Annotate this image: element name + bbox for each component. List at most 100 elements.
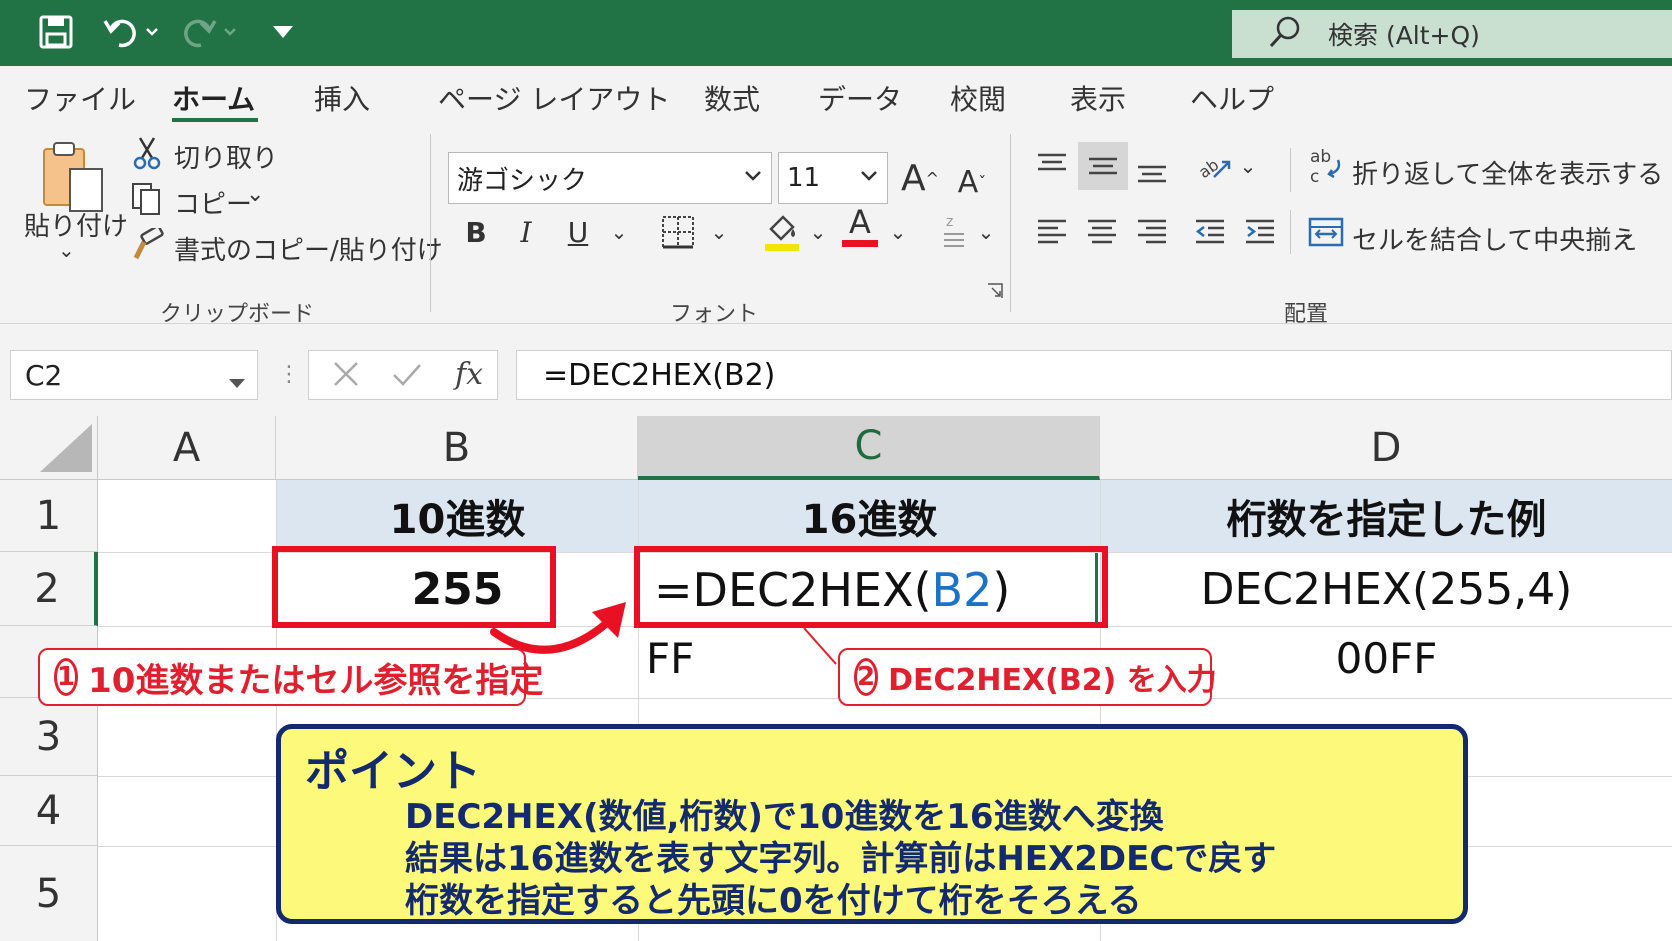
row-header-3[interactable]: 3 bbox=[0, 698, 98, 776]
redo-icon[interactable] bbox=[178, 10, 240, 54]
font-size-dropdown[interactable]: 11 bbox=[778, 152, 888, 204]
point-note-line-3: 桁数を指定すると先頭に0を付けて桁をそろえる bbox=[405, 881, 1142, 921]
callout-step-2-text: DEC2HEX(B2) を入力 bbox=[888, 663, 1217, 698]
paste-dropdown-icon[interactable]: ⌄ bbox=[58, 238, 75, 262]
align-center-icon[interactable] bbox=[1080, 208, 1124, 256]
phonetic-dropdown-icon[interactable]: ⌄ bbox=[972, 208, 1000, 256]
paste-button[interactable]: 貼り付け bbox=[24, 206, 128, 243]
tab-help[interactable]: ヘルプ bbox=[1190, 78, 1274, 118]
orientation-icon[interactable]: ab bbox=[1192, 142, 1236, 190]
tab-page-layout[interactable]: ページ レイアウト bbox=[438, 78, 670, 118]
chevron-down-icon bbox=[859, 161, 879, 198]
cell-d2[interactable]: DEC2HEX(255,4) bbox=[1101, 553, 1672, 626]
copy-icon[interactable] bbox=[130, 182, 164, 216]
fill-color-icon[interactable] bbox=[760, 208, 804, 256]
font-color-icon[interactable]: A bbox=[838, 202, 882, 250]
svg-text:ab: ab bbox=[1310, 147, 1331, 167]
merge-center-icon[interactable] bbox=[1306, 208, 1346, 256]
increase-font-size-icon[interactable]: A ^ bbox=[898, 152, 942, 204]
undo-icon[interactable] bbox=[100, 10, 162, 54]
copy-dropdown-icon[interactable]: ⌄ bbox=[246, 182, 264, 207]
cell-c1-text: 16進数 bbox=[801, 497, 938, 543]
tab-insert[interactable]: 挿入 bbox=[314, 78, 370, 118]
title-bar: 検索 (Alt+Q) bbox=[0, 0, 1672, 66]
cell-c1[interactable]: 16進数 bbox=[639, 480, 1100, 552]
formula-bar-grip-icon: ⋮ bbox=[278, 362, 300, 387]
increase-indent-icon[interactable] bbox=[1238, 208, 1282, 256]
svg-text:ab: ab bbox=[1196, 155, 1222, 182]
svg-text:c: c bbox=[1310, 167, 1319, 186]
formula-input[interactable]: =DEC2HEX(B2) bbox=[516, 350, 1672, 400]
font-size-value: 11 bbox=[787, 163, 821, 193]
font-color-letter: A bbox=[849, 202, 871, 241]
step-1-badge: 1 bbox=[54, 658, 79, 696]
tab-review[interactable]: 校閲 bbox=[950, 78, 1006, 118]
search-icon bbox=[1268, 15, 1308, 53]
cancel-icon[interactable] bbox=[331, 357, 361, 395]
column-header-a[interactable]: A bbox=[98, 416, 276, 480]
row-header-2[interactable]: 2 bbox=[0, 552, 98, 626]
cell-b1[interactable]: 10進数 bbox=[277, 480, 638, 552]
tab-home[interactable]: ホーム bbox=[172, 78, 255, 118]
ribbon-separator bbox=[1010, 134, 1011, 312]
svg-text:z: z bbox=[946, 214, 953, 230]
merge-center-button[interactable]: セルを結合して中央揃え bbox=[1352, 220, 1637, 257]
borders-icon[interactable] bbox=[656, 208, 700, 256]
bold-button[interactable]: B bbox=[456, 208, 496, 256]
search-box[interactable]: 検索 (Alt+Q) bbox=[1232, 10, 1672, 58]
tab-formulas[interactable]: 数式 bbox=[704, 78, 760, 118]
select-all-button[interactable] bbox=[0, 416, 98, 480]
cell-d1[interactable]: 桁数を指定した例 bbox=[1101, 480, 1672, 552]
underline-button[interactable]: U bbox=[558, 208, 598, 256]
scissors-icon[interactable] bbox=[130, 136, 164, 170]
align-left-icon[interactable] bbox=[1030, 208, 1074, 256]
column-header-c[interactable]: C bbox=[638, 416, 1100, 480]
orientation-dropdown-icon[interactable]: ⌄ bbox=[1234, 142, 1262, 190]
enter-check-icon[interactable] bbox=[391, 357, 423, 395]
align-right-icon[interactable] bbox=[1130, 208, 1174, 256]
phonetic-guide-icon[interactable]: z bbox=[936, 208, 972, 256]
cut-button[interactable]: 切り取り bbox=[174, 138, 278, 175]
font-color-dropdown-icon[interactable]: ⌄ bbox=[884, 208, 912, 256]
wrap-text-icon[interactable]: ab c bbox=[1306, 142, 1346, 190]
save-icon[interactable] bbox=[34, 10, 78, 54]
tab-view[interactable]: 表示 bbox=[1070, 78, 1126, 118]
name-box-value: C2 bbox=[25, 358, 63, 392]
font-color-swatch bbox=[842, 239, 878, 247]
column-header-b[interactable]: B bbox=[276, 416, 638, 480]
borders-dropdown-icon[interactable]: ⌄ bbox=[704, 208, 734, 256]
column-header-d[interactable]: D bbox=[1100, 416, 1672, 480]
fill-color-dropdown-icon[interactable]: ⌄ bbox=[804, 208, 832, 256]
row-header-1[interactable]: 1 bbox=[0, 480, 98, 552]
point-note: ポイント DEC2HEX(数値,桁数)で10進数を16進数へ変換 結果は16進数… bbox=[276, 724, 1468, 924]
name-box[interactable]: C2 bbox=[10, 350, 258, 400]
row-header-4[interactable]: 4 bbox=[0, 776, 98, 846]
font-dialog-launcher-icon[interactable] bbox=[984, 280, 1006, 302]
merge-dropdown-icon[interactable]: ⌄ bbox=[1614, 208, 1642, 256]
copy-button[interactable]: コピー bbox=[174, 184, 252, 221]
decrease-indent-icon[interactable] bbox=[1188, 208, 1232, 256]
align-bottom-icon[interactable] bbox=[1130, 146, 1174, 194]
insert-function-icon[interactable]: fx bbox=[455, 357, 483, 392]
callout-step-1-text: 10進数またはセル参照を指定 bbox=[88, 660, 544, 701]
row-header-5[interactable]: 5 bbox=[0, 846, 98, 941]
active-tab-indicator bbox=[172, 118, 258, 122]
active-cell-edge bbox=[1095, 553, 1098, 623]
wrap-text-button[interactable]: 折り返して全体を表示する bbox=[1352, 154, 1663, 191]
decrease-font-size-icon[interactable]: Aˇ bbox=[950, 156, 994, 208]
italic-button[interactable]: I bbox=[506, 208, 546, 256]
format-painter-button[interactable]: 書式のコピー/貼り付け bbox=[174, 230, 443, 267]
tab-file[interactable]: ファイル bbox=[24, 78, 136, 118]
cell-c-result-value: FF bbox=[646, 633, 695, 683]
name-box-dropdown-icon[interactable] bbox=[227, 365, 247, 398]
customize-toolbar-icon[interactable] bbox=[268, 10, 298, 54]
formula-buttons: fx bbox=[308, 350, 498, 400]
underline-dropdown-icon[interactable]: ⌄ bbox=[604, 208, 634, 256]
tab-data[interactable]: データ bbox=[818, 78, 902, 118]
font-name-value: 游ゴシック bbox=[457, 165, 588, 196]
format-painter-icon[interactable] bbox=[130, 228, 164, 262]
font-name-dropdown[interactable]: 游ゴシック bbox=[448, 152, 772, 204]
callout-step-2: 2 DEC2HEX(B2) を入力 bbox=[838, 648, 1217, 706]
align-top-icon[interactable] bbox=[1030, 142, 1074, 190]
align-middle-icon[interactable] bbox=[1078, 142, 1128, 190]
